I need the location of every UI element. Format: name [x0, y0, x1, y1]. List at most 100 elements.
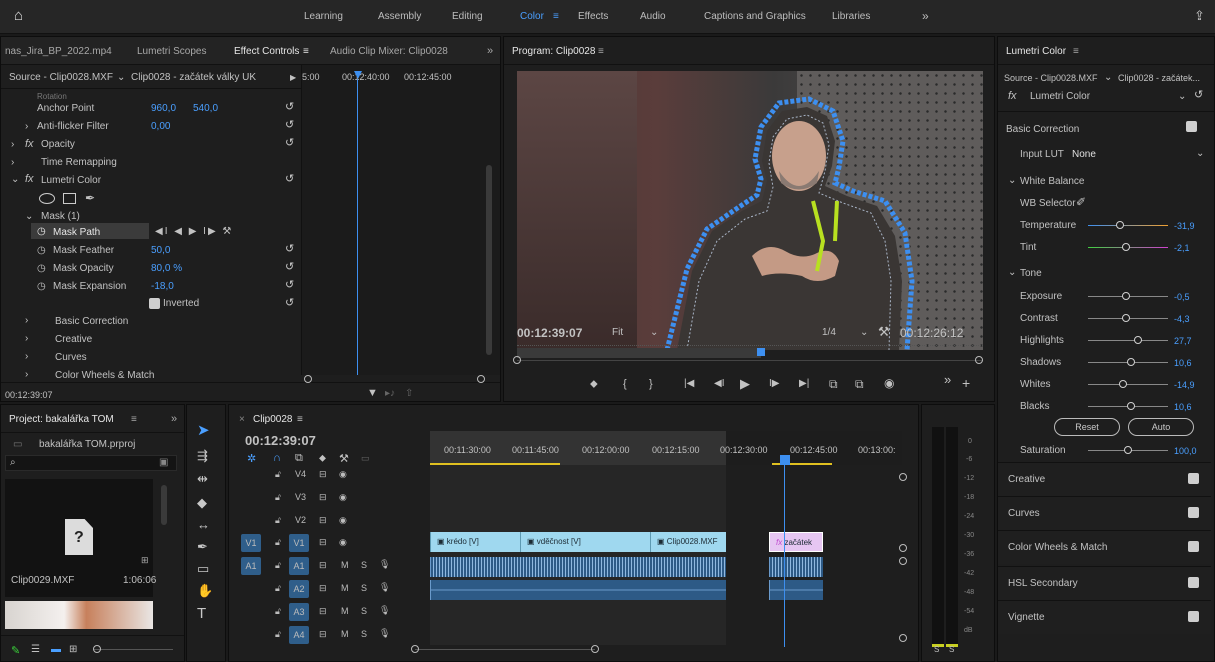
home-icon[interactable]: ⌂	[14, 7, 23, 24]
go-to-in-icon[interactable]: |◀	[684, 378, 694, 389]
pen-mask-icon[interactable]: ✒	[85, 191, 95, 205]
type-tool-icon[interactable]: T	[197, 605, 206, 622]
subject-with-mask[interactable]	[517, 71, 983, 350]
track-select-tool-icon[interactable]: ⇶	[197, 448, 208, 464]
icon-view-icon[interactable]: ▬	[51, 644, 61, 655]
reset-icon[interactable]: ↺	[285, 260, 294, 273]
workspace-effects[interactable]: Effects	[578, 11, 608, 22]
anchor-y-value[interactable]: 540,0	[193, 103, 218, 114]
color-wheels-label[interactable]: Color Wheels & Match	[55, 370, 154, 381]
reset-icon[interactable]: ↺	[285, 278, 294, 291]
mark-in-icon[interactable]: {	[623, 378, 627, 390]
slider-knob[interactable]	[1124, 446, 1132, 454]
collapse-icon[interactable]: ⌄	[11, 174, 19, 185]
lock-icon[interactable]: 🔓︎	[275, 560, 281, 571]
source-patch-a1[interactable]: A1	[241, 557, 261, 575]
effect-select[interactable]: Lumetri Color	[1030, 91, 1090, 102]
stopwatch-icon[interactable]: ◷	[37, 281, 46, 292]
anchor-x-value[interactable]: 960,0	[151, 103, 176, 114]
section-checkbox[interactable]	[1188, 507, 1199, 518]
snap-icon[interactable]: ∩	[273, 452, 281, 464]
rectangle-tool-icon[interactable]: ▭	[197, 561, 209, 577]
highlights-value[interactable]: 27,7	[1174, 336, 1192, 346]
zoom-handle-left[interactable]	[513, 356, 521, 364]
slider-knob[interactable]	[1122, 292, 1131, 300]
sequence-tab[interactable]: Clip0028	[253, 414, 292, 425]
wrench-icon[interactable]: ⚒	[878, 324, 890, 340]
eye-icon[interactable]: ◉	[339, 469, 347, 480]
section-color-wheels[interactable]: Color Wheels & Match	[998, 530, 1211, 564]
stopwatch-icon[interactable]: ◷	[37, 245, 46, 256]
lock-icon[interactable]: 🔓︎	[275, 537, 281, 548]
exposure-slider[interactable]	[1088, 292, 1168, 300]
solo-button[interactable]: S	[361, 583, 367, 593]
clip-zacatek[interactable]: fx začátek	[769, 532, 823, 552]
play-audio-icon[interactable]: ▸♪	[385, 388, 395, 399]
lock-icon[interactable]: 🔓︎	[275, 492, 281, 503]
mask-feather-value[interactable]: 50,0	[151, 245, 170, 256]
solo-button[interactable]: S	[361, 629, 367, 639]
slider-knob[interactable]	[1119, 380, 1128, 388]
workspace-audio[interactable]: Audio	[640, 11, 666, 22]
captions-icon[interactable]: ▭	[361, 453, 370, 464]
program-title[interactable]: Program: Clip0028	[512, 46, 595, 57]
microphone-icon[interactable]: 🎙︎	[379, 559, 390, 570]
sync-lock-icon[interactable]: ⊟	[319, 469, 327, 480]
tab-menu-icon[interactable]: ≡	[303, 46, 309, 57]
source-patch-v1[interactable]: V1	[241, 534, 261, 552]
zoom-handle-right[interactable]	[477, 375, 485, 383]
tone-header[interactable]: Tone	[1020, 268, 1042, 279]
workspace-editing[interactable]: Editing	[452, 11, 483, 22]
microphone-icon[interactable]: 🎙︎	[379, 605, 390, 616]
inverted-checkbox[interactable]	[149, 298, 160, 309]
button-editor-icon[interactable]: +	[962, 375, 970, 391]
highlights-slider[interactable]	[1088, 336, 1168, 344]
track-label[interactable]: A3	[289, 603, 309, 621]
zoom-handle-right[interactable]	[591, 645, 599, 653]
workspace-assembly[interactable]: Assembly	[378, 11, 421, 22]
blacks-value[interactable]: 10,6	[1174, 402, 1192, 412]
sync-lock-icon[interactable]: ⊟	[319, 606, 327, 617]
nest-icon[interactable]: ✲	[247, 452, 256, 465]
playhead-marker[interactable]	[354, 71, 362, 79]
razor-tool-icon[interactable]: ◆	[197, 495, 207, 511]
time-ruler[interactable]: 00:11:30:00 00:11:45:00 00:12:00:00 00:1…	[430, 431, 902, 465]
eyedropper-icon[interactable]: ✐	[1076, 195, 1086, 209]
step-back-icon[interactable]: ◀I	[714, 378, 724, 389]
slider-knob[interactable]	[1122, 243, 1131, 251]
timeline-timecode[interactable]: 00:12:39:07	[245, 433, 316, 448]
ellipse-mask-icon[interactable]	[39, 193, 55, 204]
project-title[interactable]: Project: bakalářka TOM	[9, 414, 114, 425]
reset-button[interactable]: Reset	[1054, 418, 1120, 436]
slip-tool-icon[interactable]: ↔	[197, 517, 210, 532]
workspace-libraries[interactable]: Libraries	[832, 11, 870, 22]
microphone-icon[interactable]: 🎙︎	[379, 582, 390, 593]
play-only-icon[interactable]: ▶	[290, 73, 296, 82]
white-balance-header[interactable]: White Balance	[1020, 176, 1084, 187]
audio-clip-a1[interactable]	[430, 557, 726, 577]
search-input[interactable]: ⌕	[5, 455, 177, 471]
shadows-slider[interactable]	[1088, 358, 1168, 366]
current-timecode[interactable]: 00:12:39:07	[5, 390, 53, 400]
slider-knob[interactable]	[1134, 336, 1143, 344]
tab-effect-controls[interactable]: Effect Controls	[234, 46, 299, 57]
reset-icon[interactable]: ↺	[285, 118, 294, 131]
sync-lock-icon[interactable]: ⊟	[319, 537, 327, 548]
tab-source-file[interactable]: nas_Jira_BP_2022.mp4	[5, 46, 112, 57]
zoom-handle-right[interactable]	[975, 356, 983, 364]
temperature-value[interactable]: -31,9	[1174, 221, 1195, 231]
zoom-select[interactable]: Fit	[612, 327, 623, 338]
tab-audio-clip-mixer[interactable]: Audio Clip Mixer: Clip0028	[330, 46, 448, 57]
more-tabs-icon[interactable]: »	[487, 45, 493, 57]
linked-selection-icon[interactable]: ⧉	[295, 452, 303, 465]
chevron-down-icon[interactable]: ⌄	[1196, 148, 1204, 159]
section-checkbox[interactable]	[1188, 541, 1199, 552]
share-icon[interactable]: ⇪	[1194, 8, 1205, 24]
workspace-captions[interactable]: Captions and Graphics	[704, 11, 806, 22]
whites-value[interactable]: -14,9	[1174, 380, 1195, 390]
mute-button[interactable]: M	[341, 583, 349, 593]
playhead-marker[interactable]	[757, 348, 765, 356]
contrast-slider[interactable]	[1088, 314, 1168, 322]
reset-icon[interactable]: ↺	[285, 136, 294, 149]
solo-right-button[interactable]: S	[949, 645, 954, 654]
